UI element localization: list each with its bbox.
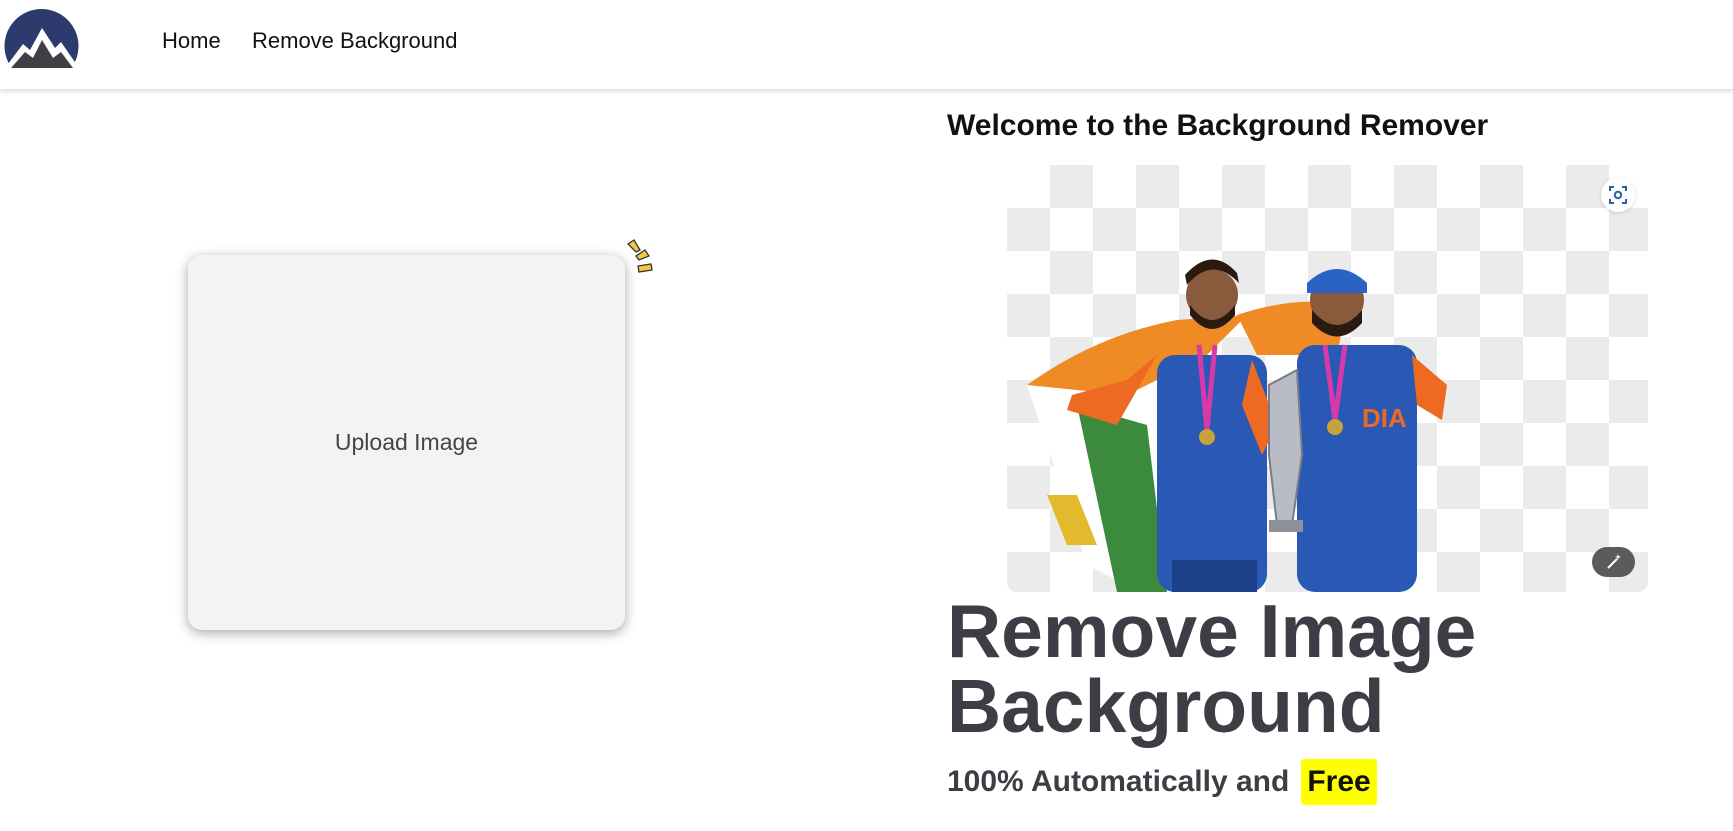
free-highlight-badge: Free <box>1301 759 1377 805</box>
sparkle-icon <box>626 239 653 273</box>
top-navbar: Home Remove Background <box>0 0 1733 90</box>
background-removed-preview: DIA <box>1007 165 1648 592</box>
welcome-heading: Welcome to the Background Remover <box>947 109 1489 142</box>
nav-remove-background-link[interactable]: Remove Background <box>252 28 457 54</box>
upload-image-dropzone[interactable]: Upload Image <box>188 255 625 630</box>
nav-home-link[interactable]: Home <box>162 28 221 54</box>
hero-subtitle-text: 100% Automatically and <box>947 765 1290 798</box>
hero-subtitle: 100% Automatically and Free <box>947 757 1377 807</box>
svg-text:DIA: DIA <box>1362 403 1407 433</box>
scan-focus-icon <box>1609 186 1627 204</box>
scan-focus-button[interactable] <box>1601 178 1635 212</box>
mountain-logo-icon[interactable] <box>3 8 80 70</box>
magic-wand-icon <box>1606 554 1621 569</box>
cricketers-trophy-photo: DIA <box>1027 259 1447 592</box>
hero-title: Remove Image Background <box>947 589 1477 748</box>
magic-wand-button[interactable] <box>1592 547 1635 577</box>
upload-image-label: Upload Image <box>334 429 479 455</box>
